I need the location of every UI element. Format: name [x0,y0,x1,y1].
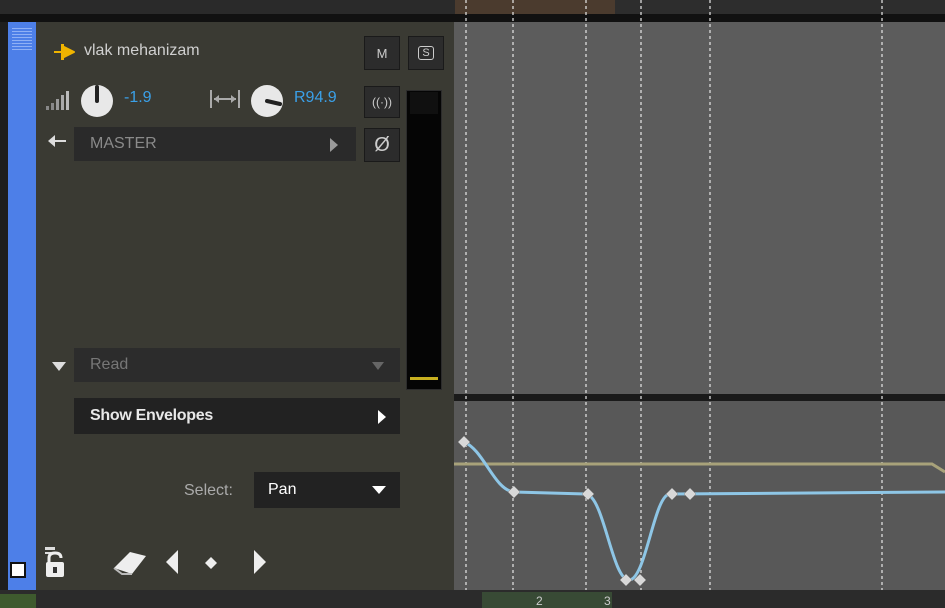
phase-invert-button[interactable]: Ø [364,128,400,162]
show-envelopes-label: Show Envelopes [90,407,213,424]
next-point-icon[interactable] [252,548,268,576]
level-meter [406,90,442,390]
meter-peak-display[interactable] [410,92,438,114]
prev-point-icon[interactable] [164,548,180,576]
fx-button[interactable]: ((·)) [364,86,400,118]
track-type-icon[interactable] [52,42,76,62]
media-clip[interactable] [482,592,612,608]
envelope-point[interactable] [457,435,471,449]
chevron-down-icon [372,486,386,494]
next-track-strip [0,590,945,608]
pan-knob[interactable] [250,84,284,118]
volume-envelope-line[interactable] [454,462,945,474]
send-expand-icon[interactable] [330,138,338,152]
envelope-point[interactable] [683,487,697,501]
chevron-down-icon [372,362,384,370]
mute-button[interactable]: M [364,36,400,70]
select-label: Select: [184,482,233,499]
volume-knob[interactable] [80,84,114,118]
track-name[interactable]: vlak mehanizam [84,42,200,60]
envelope-collapse-icon[interactable] [52,362,66,371]
track-drag-grip[interactable] [12,28,32,50]
eraser-icon[interactable] [110,548,150,576]
solo-label: S [418,46,434,60]
fx-icon: ((·)) [372,95,392,109]
send-arrow-icon[interactable] [46,132,68,150]
automation-mode-value: Read [90,356,129,373]
track-select-checkbox[interactable] [10,562,26,578]
clip-number: 3 [604,594,611,608]
mute-label: M [376,45,388,61]
meter-level-indicator [410,377,438,380]
envelope-point[interactable] [665,487,679,501]
volume-icon [46,91,69,110]
envelope-select-value: Pan [268,481,297,498]
clip-number: 2 [536,594,543,608]
timeline-overlay [454,0,945,608]
send-destination-label: MASTER [90,135,157,152]
lock-icon[interactable] [42,545,68,579]
pan-icon [210,90,240,108]
track-color-bar[interactable] [8,22,36,590]
next-track-color[interactable] [0,594,36,608]
phase-icon: Ø [374,133,390,156]
pan-value[interactable]: R94.9 [294,89,337,107]
add-point-icon[interactable] [204,556,218,570]
volume-value[interactable]: -1.9 [124,89,152,107]
chevron-right-icon [378,410,386,424]
envelope-point[interactable] [507,485,521,499]
solo-button[interactable]: S [408,36,444,70]
